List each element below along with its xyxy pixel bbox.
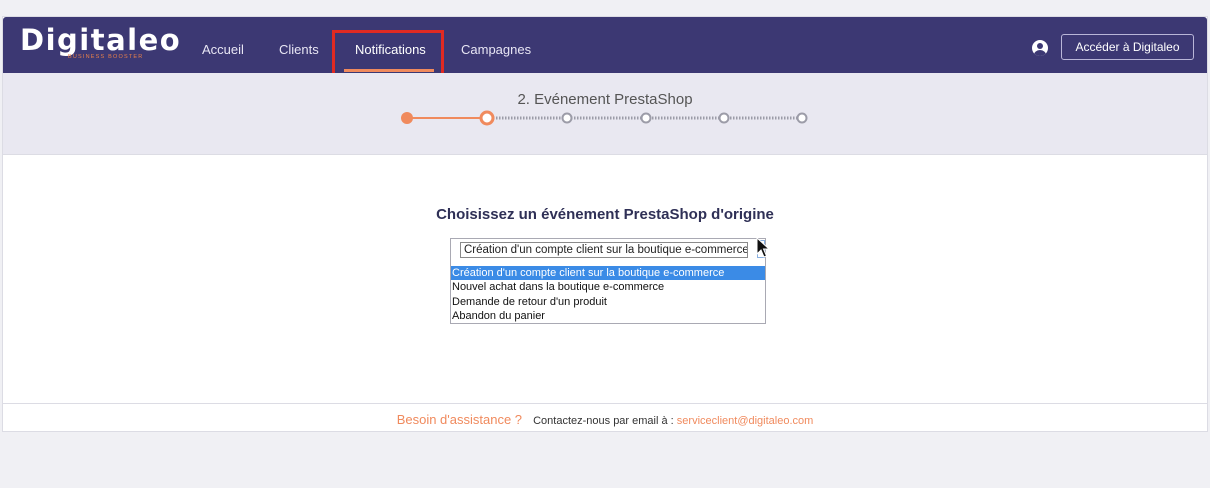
support-email-link[interactable]: serviceclient@digitaleo.com xyxy=(677,415,814,427)
navbar: Digitaleo BUSINESS BOOSTER Accueil Clien… xyxy=(3,17,1207,78)
acceder-digitaleo-button[interactable]: Accéder à Digitaleo xyxy=(1061,34,1194,60)
step-5-pending xyxy=(718,112,730,124)
footer: Besoin d'assistance ? Contactez-nous par… xyxy=(3,403,1207,434)
contact-text: Contactez-nous par email à : xyxy=(533,415,674,427)
step-2-current xyxy=(479,110,495,126)
step-6-pending xyxy=(796,112,808,124)
nav-item-accueil[interactable]: Accueil xyxy=(202,42,244,58)
nav-item-clients[interactable]: Clients xyxy=(279,42,319,58)
step-3-pending xyxy=(561,112,573,124)
user-circle-icon[interactable] xyxy=(1032,40,1048,56)
dropdown-option[interactable]: Nouvel achat dans la boutique e-commerce xyxy=(451,280,765,294)
digitaleo-logo[interactable]: Digitaleo BUSINESS BOOSTER xyxy=(20,23,182,60)
select-current-value[interactable]: Création d'un compte client sur la bouti… xyxy=(460,242,748,258)
event-select-dropdown[interactable]: Création d'un compte client sur la bouti… xyxy=(450,238,766,324)
footer-line: Besoin d'assistance ? Contactez-nous par… xyxy=(3,412,1207,427)
app-frame: Digitaleo BUSINESS BOOSTER Accueil Clien… xyxy=(2,16,1208,432)
dropdown-option[interactable]: Abandon du panier xyxy=(451,309,765,323)
step-4-pending xyxy=(640,112,652,124)
dropdown-option[interactable]: Demande de retour d'un produit xyxy=(451,295,765,309)
step-1-complete xyxy=(401,112,413,124)
help-text: Besoin d'assistance ? xyxy=(396,412,523,427)
annotation-highlight-box xyxy=(332,30,444,78)
dropdown-option[interactable]: Création d'un compte client sur la bouti… xyxy=(451,266,765,280)
logo-tagline: BUSINESS BOOSTER xyxy=(68,54,144,60)
logo-text: Digitaleo xyxy=(20,23,182,57)
progress-stepper xyxy=(401,110,808,126)
nav-item-campagnes[interactable]: Campagnes xyxy=(461,42,531,58)
page-title: Choisissez un événement PrestaShop d'ori… xyxy=(436,206,774,223)
mouse-cursor-icon xyxy=(756,237,770,258)
